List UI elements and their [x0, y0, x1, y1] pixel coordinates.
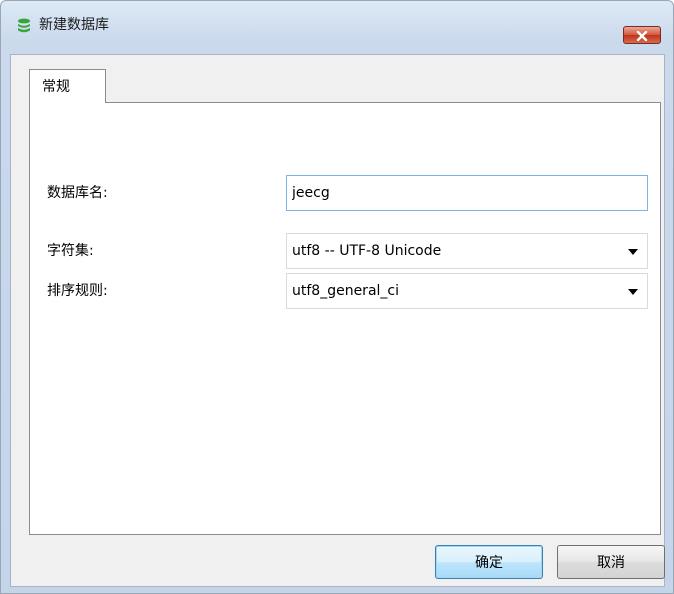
database-icon — [16, 18, 32, 34]
close-icon — [636, 26, 648, 45]
ok-button[interactable]: 确定 — [435, 545, 543, 579]
tab-general[interactable]: 常规 — [29, 69, 106, 103]
general-panel: 数据库名: 字符集: utf8 -- UTF-8 Unicode 排序规则: u… — [29, 102, 661, 535]
cancel-button[interactable]: 取消 — [557, 545, 665, 579]
tab-general-label: 常规 — [42, 79, 70, 95]
window-title: 新建数据库 — [39, 17, 109, 33]
collation-value: utf8_general_ci — [292, 283, 399, 299]
charset-select[interactable]: utf8 -- UTF-8 Unicode — [286, 233, 648, 269]
collation-dropdown-arrow-icon[interactable] — [628, 289, 638, 295]
charset-value: utf8 -- UTF-8 Unicode — [292, 243, 442, 259]
collation-select[interactable]: utf8_general_ci — [286, 273, 648, 309]
collation-label: 排序规则: — [47, 283, 108, 299]
title-bar[interactable]: 新建数据库 — [1, 1, 673, 44]
close-button[interactable] — [623, 26, 661, 44]
charset-dropdown-arrow-icon[interactable] — [628, 249, 638, 255]
new-database-dialog: 新建数据库 常规 数据库名: 字符集: utf8 -- UTF-8 Unicod… — [0, 0, 674, 594]
dialog-body: 常规 数据库名: 字符集: utf8 -- UTF-8 Unicode 排序规则… — [10, 54, 665, 587]
charset-label: 字符集: — [47, 243, 94, 259]
db-name-input[interactable] — [286, 175, 648, 211]
db-name-label: 数据库名: — [47, 185, 108, 201]
